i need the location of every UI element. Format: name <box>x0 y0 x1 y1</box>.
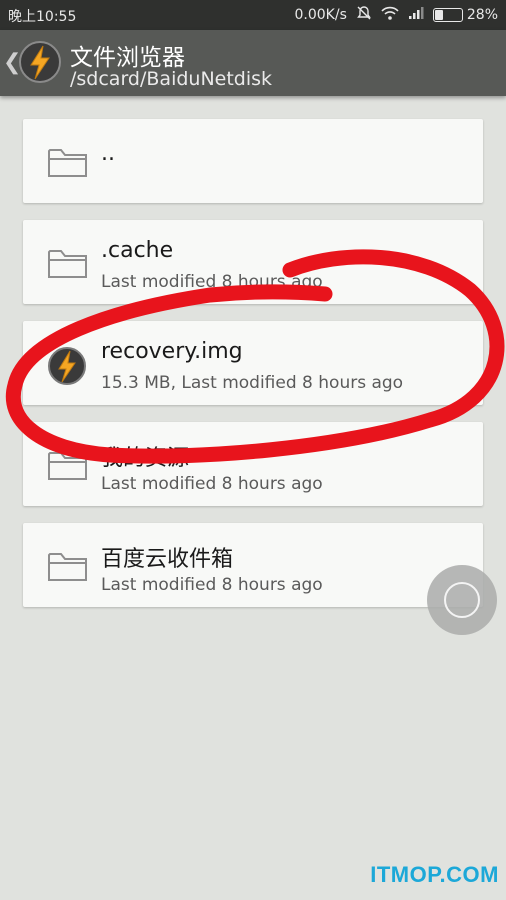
file-item-parent[interactable]: .. <box>23 119 483 203</box>
network-speed: 0.00K/s <box>294 7 347 23</box>
watermark: ITMOP.COM <box>370 862 499 887</box>
file-meta: 15.3 MB, Last modified 8 hours ago <box>101 373 404 393</box>
folder-icon <box>48 250 87 278</box>
file-item-inbox[interactable]: 百度云收件箱 Last modified 8 hours ago <box>23 523 483 607</box>
app-logo-icon[interactable] <box>18 40 62 84</box>
file-name: .. <box>101 141 115 166</box>
folder-icon <box>48 452 87 480</box>
file-name: .cache <box>101 238 174 263</box>
file-item-recovery[interactable]: recovery.img 15.3 MB, Last modified 8 ho… <box>23 321 483 405</box>
lightning-icon <box>48 347 86 385</box>
file-meta: Last modified 8 hours ago <box>101 474 323 494</box>
file-item-cache[interactable]: .cache Last modified 8 hours ago <box>23 220 483 304</box>
battery-icon: 28% <box>432 7 498 23</box>
folder-icon <box>48 149 87 177</box>
file-item-my-resources[interactable]: 我的资源 Last modified 8 hours ago <box>23 422 483 506</box>
app-title: 文件浏览器 <box>70 45 185 71</box>
floating-assist-button[interactable] <box>427 565 497 635</box>
circle-icon <box>444 582 480 618</box>
wifi-icon <box>381 6 399 24</box>
file-name: recovery.img <box>101 339 243 364</box>
status-time: 晚上10:55 <box>8 9 77 25</box>
battery-percent: 28% <box>466 7 498 23</box>
folder-icon <box>48 553 87 581</box>
status-bar: 晚上10:55 0.00K/s 28% <box>0 0 506 30</box>
file-name: 我的资源 <box>101 446 190 471</box>
file-meta: Last modified 8 hours ago <box>101 575 323 595</box>
file-meta: Last modified 8 hours ago <box>101 272 323 292</box>
signal-icon <box>408 6 424 24</box>
current-path: /sdcard/BaiduNetdisk <box>70 68 273 90</box>
file-name: 百度云收件箱 <box>101 547 234 572</box>
app-bar: ❮ 文件浏览器 /sdcard/BaiduNetdisk <box>0 30 506 96</box>
mute-icon <box>356 5 372 25</box>
battery-fill <box>434 10 443 20</box>
